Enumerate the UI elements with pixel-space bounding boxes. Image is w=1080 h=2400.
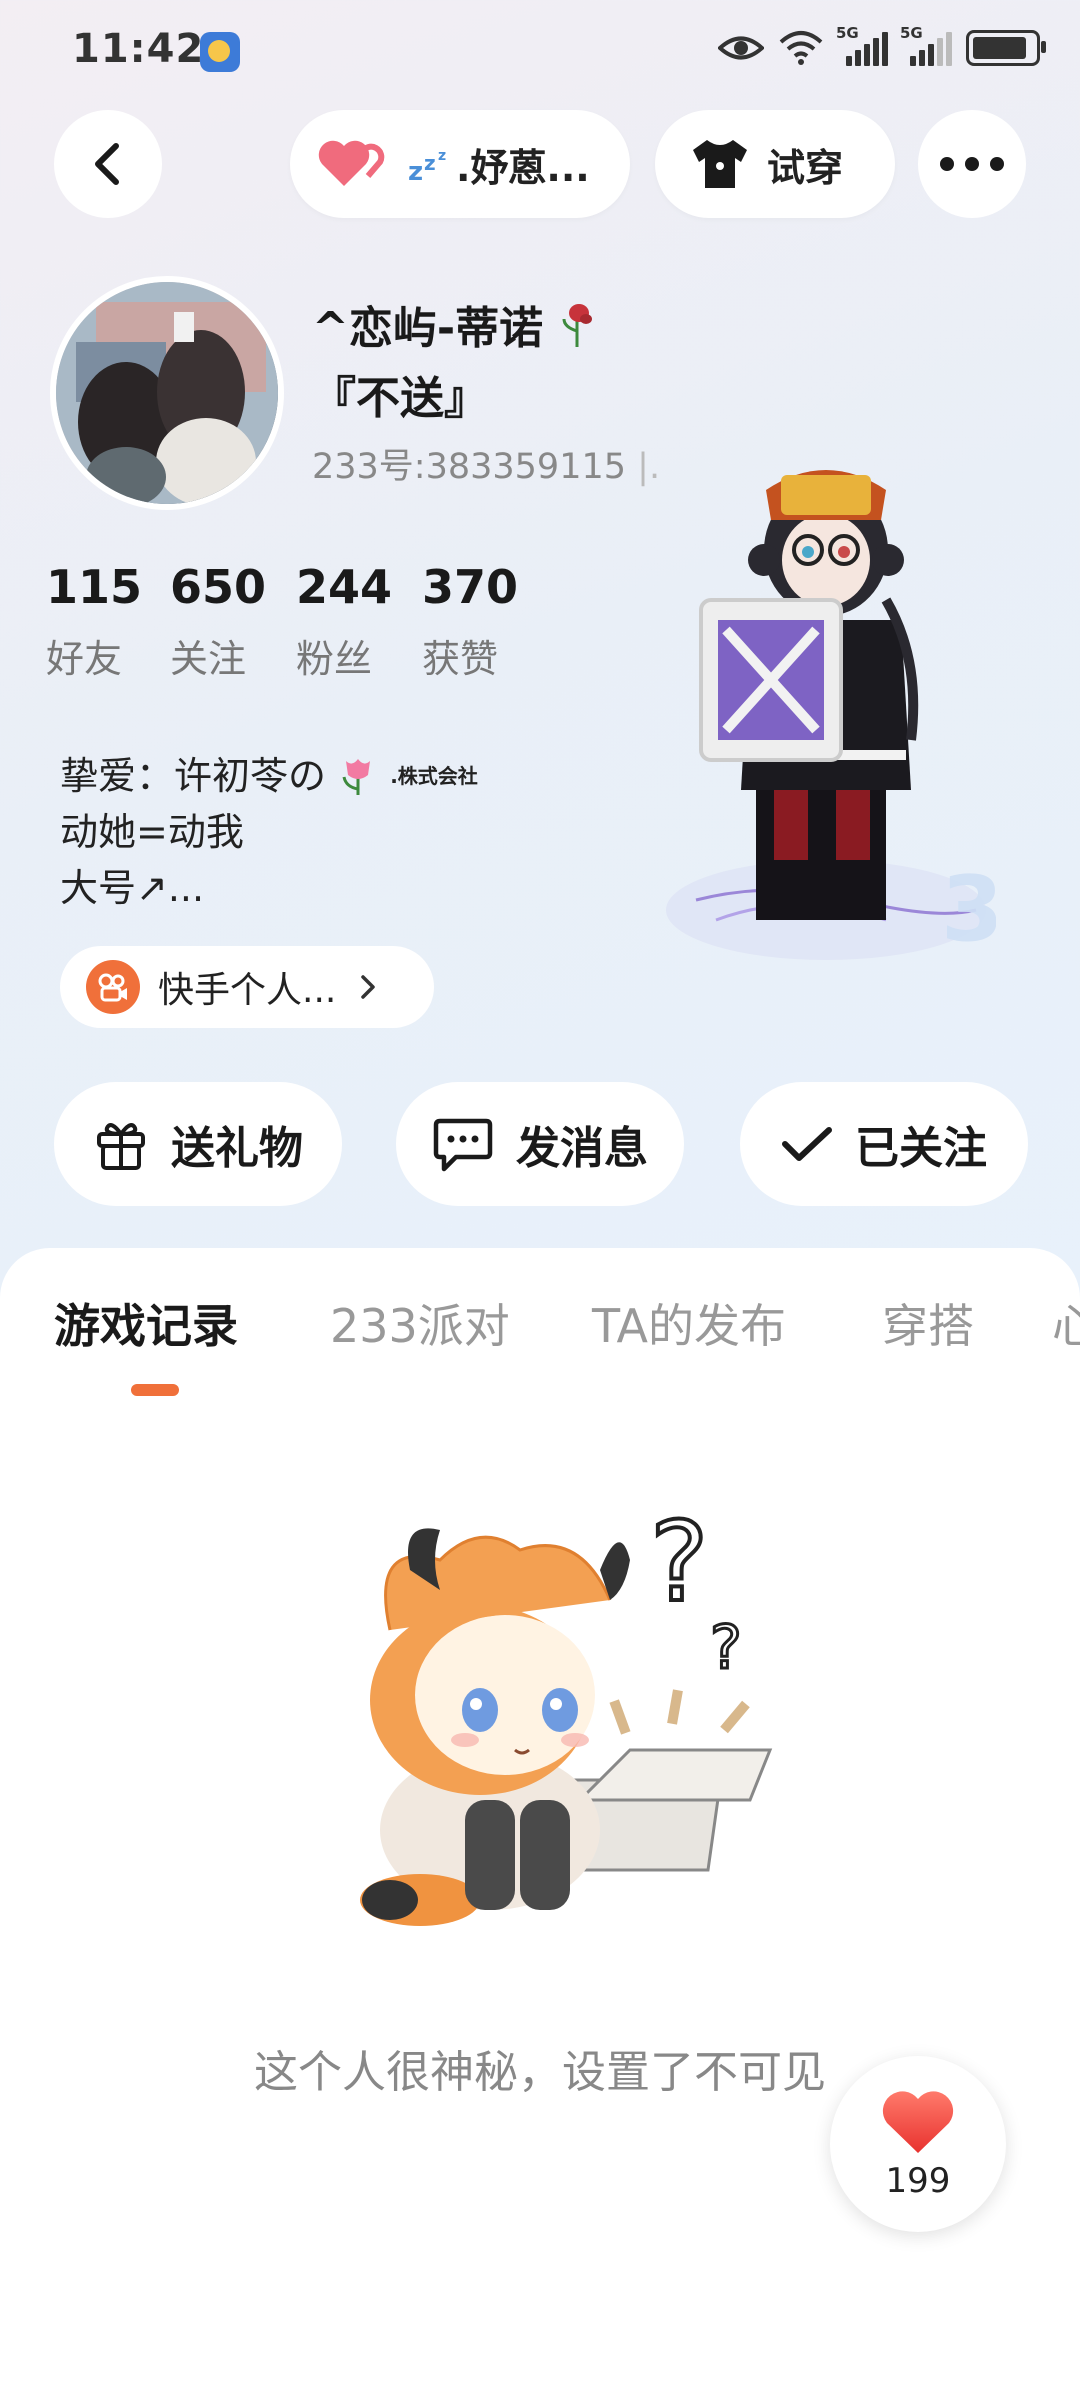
kuaishou-link-label: 快手个人... bbox=[158, 970, 337, 1011]
sleep-icon: z z z bbox=[408, 148, 446, 184]
try-on-button[interactable]: 试穿 bbox=[655, 110, 895, 218]
like-button[interactable]: 199 bbox=[830, 2056, 1006, 2232]
svg-text:?: ? bbox=[650, 1500, 708, 1626]
send-gift-label: 送礼物 bbox=[171, 1123, 303, 1174]
following-button[interactable]: 已关注 bbox=[740, 1082, 1028, 1206]
svg-text:3: 3 bbox=[941, 857, 996, 962]
user-id[interactable]: 233号:383359115 |. bbox=[312, 438, 660, 489]
stat-fans[interactable]: 244 粉丝 bbox=[296, 560, 392, 683]
checkmark-icon bbox=[782, 1127, 832, 1161]
stat-label: 好友 bbox=[46, 637, 123, 681]
mood-label: .妤蒽... bbox=[456, 145, 590, 190]
stat-label: 粉丝 bbox=[296, 637, 373, 681]
bio-line-1: 挚爱：许初苓の .株式会社 bbox=[60, 748, 478, 804]
mood-status-pill[interactable]: z z z .妤蒽... bbox=[290, 110, 630, 218]
signal-icon-2: 5G bbox=[900, 24, 952, 66]
tab-233-party[interactable]: 233派对 bbox=[330, 1290, 510, 1356]
status-icons: 5G 5G bbox=[718, 24, 1046, 66]
send-gift-button[interactable]: 送礼物 bbox=[54, 1082, 342, 1206]
stat-label: 关注 bbox=[170, 637, 247, 681]
stat-value: 115 bbox=[46, 560, 143, 614]
weather-icon bbox=[200, 32, 240, 72]
battery-icon bbox=[966, 30, 1046, 66]
gift-icon bbox=[97, 1123, 145, 1170]
tab-more-partial[interactable]: 心 bbox=[1052, 1290, 1080, 1356]
tulip-icon bbox=[342, 759, 371, 795]
network-label: 5G bbox=[836, 24, 859, 42]
chevron-right-icon bbox=[361, 975, 376, 999]
avatar-character-figure[interactable]: 3 bbox=[656, 420, 996, 980]
svg-text:z: z bbox=[408, 157, 423, 184]
heart-icon bbox=[882, 2091, 954, 2153]
wifi-icon bbox=[779, 31, 823, 65]
signal-icon: 5G bbox=[836, 24, 888, 66]
stat-value: 244 bbox=[296, 560, 393, 614]
stat-friends[interactable]: 115 好友 bbox=[46, 560, 142, 683]
back-button[interactable] bbox=[54, 110, 162, 218]
like-count: 199 bbox=[885, 2161, 951, 2201]
send-message-label: 发消息 bbox=[516, 1123, 648, 1174]
heart-icon bbox=[318, 140, 385, 186]
status-time: 11:42 bbox=[72, 26, 205, 72]
bio-badge: .株式会社 bbox=[390, 764, 478, 788]
kuaishou-profile-link[interactable]: 快手个人... bbox=[60, 946, 434, 1028]
more-dots-icon bbox=[940, 157, 1004, 171]
kuaishou-icon bbox=[86, 960, 140, 1014]
tshirt-icon bbox=[693, 140, 747, 188]
nickname-text: ^恋屿-蒂诺 bbox=[312, 303, 544, 354]
eye-icon bbox=[718, 36, 764, 60]
svg-text:?: ? bbox=[710, 1613, 742, 1683]
bio-line-text: 挚爱：许初苓の bbox=[60, 754, 327, 798]
avatar[interactable] bbox=[50, 276, 284, 510]
svg-text:z: z bbox=[424, 151, 436, 175]
nickname-line2: 『不送』 bbox=[312, 373, 488, 424]
stat-value: 370 bbox=[422, 560, 519, 614]
send-message-button[interactable]: 发消息 bbox=[396, 1082, 684, 1206]
tab-outfits[interactable]: 穿搭 bbox=[882, 1290, 974, 1356]
rose-icon bbox=[562, 304, 593, 347]
bio-line-2: 动她=动我 bbox=[60, 810, 244, 854]
user-id-text: 233号:383359115 bbox=[312, 447, 627, 487]
tab-posts[interactable]: TA的发布 bbox=[592, 1290, 786, 1356]
active-tab-indicator bbox=[131, 1384, 179, 1396]
try-on-label: 试穿 bbox=[767, 145, 844, 190]
svg-text:z: z bbox=[438, 148, 446, 164]
stat-likes[interactable]: 370 获赞 bbox=[422, 560, 518, 683]
chevron-left-icon bbox=[95, 143, 119, 185]
empty-state-mascot-illustration: ? ? bbox=[360, 1500, 773, 1926]
network-label-2: 5G bbox=[900, 24, 923, 42]
stat-label: 获赞 bbox=[422, 637, 499, 681]
chat-bubble-icon bbox=[433, 1118, 493, 1172]
stat-value: 650 bbox=[170, 560, 267, 614]
bio: 挚爱：许初苓の .株式会社 动她=动我 大号↗... bbox=[60, 748, 478, 916]
stat-following[interactable]: 650 关注 bbox=[170, 560, 266, 683]
following-label: 已关注 bbox=[855, 1123, 987, 1174]
bio-line-3: 大号↗... bbox=[60, 866, 205, 910]
more-options-button[interactable] bbox=[918, 110, 1026, 218]
tab-game-records[interactable]: 游戏记录 bbox=[54, 1290, 238, 1356]
avatar-photo bbox=[56, 282, 278, 504]
nickname: ^恋屿-蒂诺 bbox=[312, 292, 596, 356]
